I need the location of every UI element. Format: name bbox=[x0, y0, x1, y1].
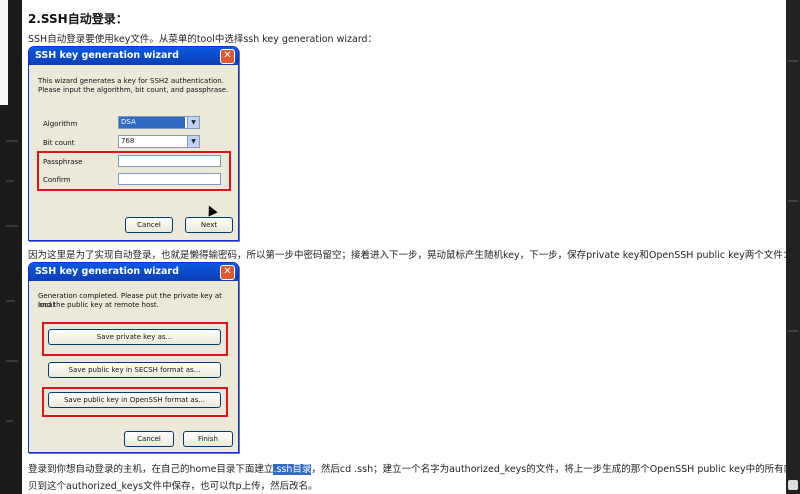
background-texture bbox=[788, 200, 798, 202]
next-button[interactable]: Next bbox=[185, 217, 233, 233]
bitcount-value: 768 bbox=[121, 137, 135, 145]
dialog-title: SSH key generation wizard bbox=[35, 50, 179, 61]
dialog-description-2: Please input the algorithm, bit count, a… bbox=[38, 86, 229, 94]
ssh-keygen-dialog-1: SSH key generation wizard ✕ This wizard … bbox=[28, 46, 239, 241]
cancel-button[interactable]: Cancel bbox=[124, 431, 174, 447]
save-public-secsh-button[interactable]: Save public key in SECSH format as... bbox=[48, 362, 221, 378]
background-texture bbox=[6, 300, 15, 302]
bitcount-label: Bit count bbox=[43, 139, 75, 147]
selected-text: .ssh目录 bbox=[273, 464, 312, 475]
dialog-description-2: and the public key at remote host. bbox=[38, 301, 159, 309]
background-texture bbox=[6, 360, 18, 362]
passphrase-label: Passphrase bbox=[43, 158, 83, 166]
bottom-text-part2: ，然后cd .ssh；建立一个名字为authorized_keys的文件，将上一… bbox=[311, 464, 800, 475]
save-private-key-button[interactable]: Save private key as... bbox=[48, 329, 221, 345]
left-background bbox=[0, 0, 22, 494]
algorithm-value: DSA bbox=[119, 117, 185, 128]
background-texture bbox=[788, 330, 798, 332]
dialog-body: This wizard generates a key for SSH2 aut… bbox=[32, 65, 235, 237]
dialog-title: SSH key generation wizard bbox=[35, 266, 179, 277]
intro-paragraph: SSH自动登录要使用key文件。从菜单的tool中选择ssh key gener… bbox=[28, 34, 378, 45]
ssh-keygen-dialog-2: SSH key generation wizard ✕ Generation c… bbox=[28, 262, 239, 453]
background-texture bbox=[6, 140, 18, 142]
dialog-titlebar: SSH key generation wizard ✕ bbox=[29, 263, 238, 281]
close-icon[interactable]: ✕ bbox=[220, 49, 235, 64]
confirm-input[interactable] bbox=[118, 173, 221, 185]
background-texture bbox=[6, 225, 18, 227]
chevron-down-icon[interactable]: ▼ bbox=[187, 136, 199, 147]
close-icon[interactable]: ✕ bbox=[220, 265, 235, 280]
bottom-paragraph-line2: 贝到这个authorized_keys文件中保存，也可以ftp上传，然后改名。 bbox=[28, 481, 318, 492]
algorithm-select[interactable]: DSA ▼ bbox=[118, 116, 200, 129]
bottom-paragraph-line1: 登录到你想自动登录的主机，在自己的home目录下面建立.ssh目录，然后cd .… bbox=[28, 461, 800, 475]
dialog-body: Generation completed. Please put the pri… bbox=[32, 281, 235, 449]
confirm-label: Confirm bbox=[43, 176, 71, 184]
article-content: 2.SSH自动登录： SSH自动登录要使用key文件。从菜单的tool中选择ss… bbox=[22, 0, 800, 494]
background-texture bbox=[6, 180, 14, 182]
dialog-description-1: This wizard generates a key for SSH2 aut… bbox=[38, 77, 224, 85]
mouse-cursor-icon bbox=[204, 203, 218, 217]
chevron-down-icon[interactable]: ▼ bbox=[187, 117, 199, 128]
background-texture bbox=[788, 60, 798, 62]
dialog-titlebar: SSH key generation wizard ✕ bbox=[29, 47, 238, 65]
background-texture bbox=[6, 420, 13, 422]
algorithm-label: Algorithm bbox=[43, 120, 78, 128]
bottom-text-part1: 登录到你想自动登录的主机，在自己的home目录下面建立 bbox=[28, 464, 274, 475]
finish-button[interactable]: Finish bbox=[183, 431, 233, 447]
section-heading: 2.SSH自动登录： bbox=[28, 12, 128, 26]
cancel-button[interactable]: Cancel bbox=[125, 217, 173, 233]
save-public-openssh-button[interactable]: Save public key in OpenSSH format as... bbox=[48, 392, 221, 408]
corner-icon[interactable] bbox=[788, 480, 798, 490]
middle-paragraph: 因为这里是为了实现自动登录，也就是懒得输密码，所以第一步中密码留空；接着进入下一… bbox=[28, 250, 793, 261]
left-light-strip bbox=[0, 0, 8, 105]
passphrase-input[interactable] bbox=[118, 155, 221, 167]
bitcount-select[interactable]: 768 ▼ bbox=[118, 135, 200, 148]
